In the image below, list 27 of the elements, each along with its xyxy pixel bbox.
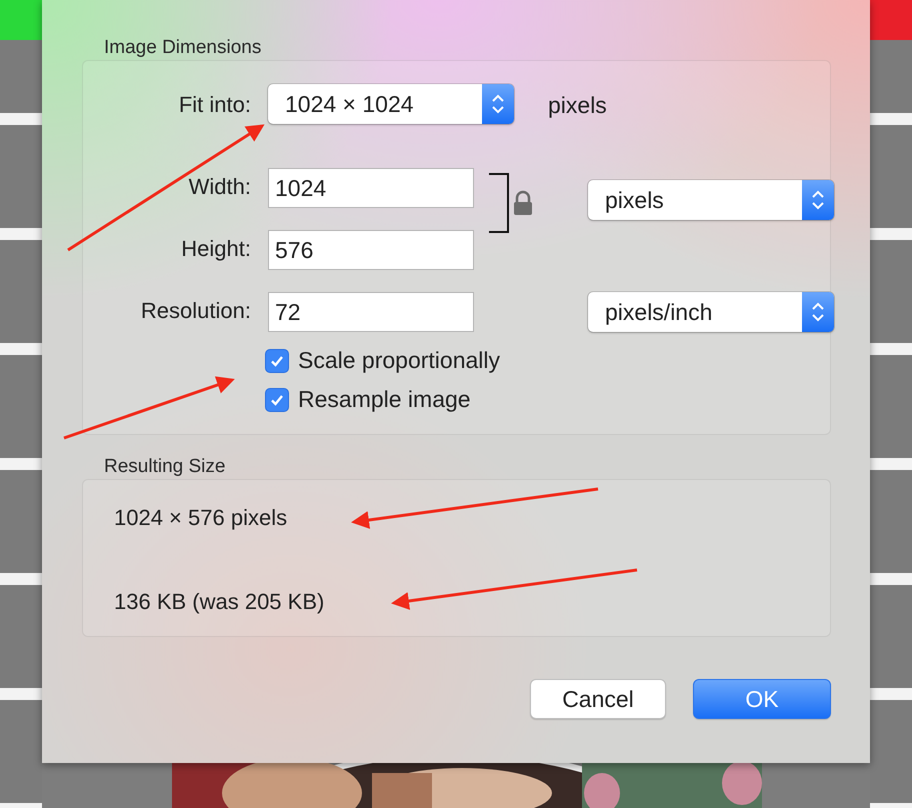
- lock-icon[interactable]: [513, 190, 533, 216]
- input-field[interactable]: 1024: [268, 168, 474, 208]
- dropdown[interactable]: 1024 × 1024: [268, 84, 514, 124]
- color-swatch: [870, 0, 912, 40]
- checkbox-label: Resample image: [298, 386, 471, 413]
- checkbox[interactable]: [265, 388, 289, 412]
- cancel-button[interactable]: Cancel: [530, 679, 666, 719]
- stepper-icon: [491, 93, 505, 115]
- dropdown[interactable]: pixels: [588, 180, 834, 220]
- stepper-icon: [811, 301, 825, 323]
- link-bracket: [489, 172, 509, 232]
- input-field[interactable]: 576: [268, 230, 474, 270]
- field-label: Height:: [180, 236, 251, 263]
- dropdown[interactable]: pixels/inch: [588, 292, 834, 332]
- resulting-dimensions: 1024 × 576 pixels: [114, 505, 288, 532]
- checkbox[interactable]: [265, 348, 289, 372]
- field-label: Width:: [188, 174, 251, 201]
- section-title: Resulting Size: [104, 455, 226, 479]
- checkbox-label: Scale proportionally: [298, 347, 500, 374]
- section-title: Image Dimensions: [104, 36, 262, 60]
- resulting-file-size: 136 KB (was 205 KB): [114, 589, 326, 616]
- field-label: Fit into:: [178, 92, 251, 118]
- unit-label: pixels: [548, 91, 608, 119]
- field-label: Resolution:: [140, 298, 251, 325]
- input-field[interactable]: 72: [268, 292, 474, 332]
- color-swatch: [0, 0, 42, 40]
- stepper-icon: [811, 189, 825, 211]
